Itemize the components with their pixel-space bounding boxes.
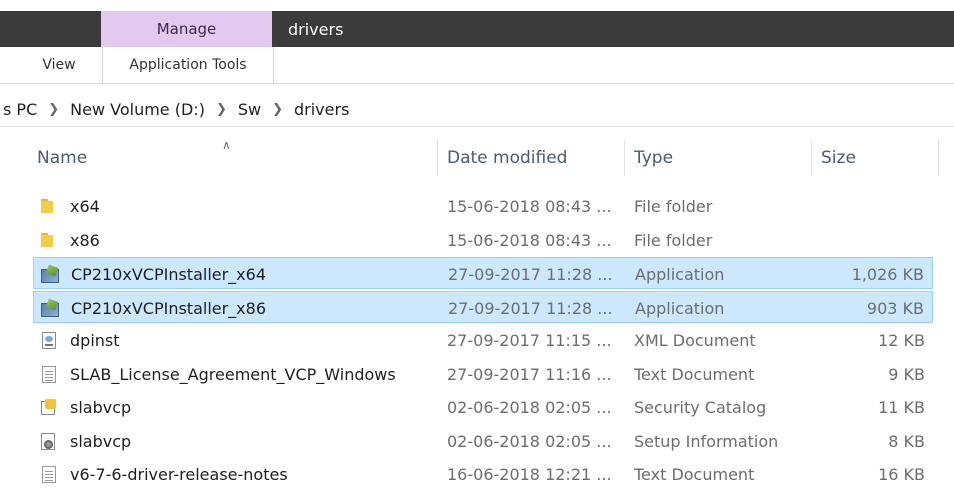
file-date-modified: 27-09-2017 11:16 ... (447, 364, 612, 384)
security-catalog-icon (41, 398, 57, 416)
text-document-icon (37, 358, 61, 390)
file-type: XML Document (634, 330, 756, 350)
file-date-modified: 27-09-2017 11:28 ... (448, 298, 613, 318)
file-row[interactable]: x86 15-06-2018 08:43 ... File folder (33, 224, 933, 256)
application-icon (38, 258, 62, 290)
file-row[interactable]: x64 15-06-2018 08:43 ... File folder (33, 190, 933, 222)
file-type: File folder (634, 230, 713, 250)
file-date-modified: 02-06-2018 02:05 ... (447, 397, 612, 417)
file-date-modified: 15-06-2018 08:43 ... (447, 196, 612, 216)
sort-ascending-icon: ∧ (222, 138, 231, 152)
file-name: slabvcp (70, 431, 132, 451)
chevron-right-icon[interactable]: ❯ (40, 102, 67, 117)
column-divider[interactable] (437, 140, 438, 176)
setup-information-icon (37, 425, 61, 457)
column-header-date-modified[interactable]: Date modified (447, 138, 567, 178)
setup-information-icon (41, 432, 57, 450)
folder-icon (37, 224, 61, 256)
file-name: x64 (70, 196, 100, 216)
file-type: Setup Information (634, 431, 779, 451)
file-type: Security Catalog (634, 397, 767, 417)
window-title: drivers (288, 19, 344, 39)
file-date-modified: 15-06-2018 08:43 ... (447, 230, 612, 250)
folder-icon (40, 233, 58, 247)
file-size: 16 KB (878, 464, 925, 484)
xml-document-icon (42, 331, 56, 349)
file-size: 9 KB (888, 364, 925, 384)
text-document-icon (37, 458, 61, 490)
file-name: dpinst (70, 330, 120, 350)
file-row[interactable]: SLAB_License_Agreement_VCP_Windows 27-09-… (33, 358, 933, 390)
file-size: 1,026 KB (851, 264, 924, 284)
folder-icon (40, 199, 58, 213)
file-row[interactable]: v6-7-6-driver-release-notes 16-06-2018 12… (33, 458, 933, 490)
text-document-icon (42, 465, 56, 483)
breadcrumb-new-volume[interactable]: New Volume (D:) (67, 100, 208, 119)
file-size: 12 KB (878, 330, 925, 350)
file-name: x86 (70, 230, 100, 250)
file-name: CP210xVCPInstaller_x86 (71, 298, 267, 318)
column-divider[interactable] (811, 140, 812, 176)
chevron-right-icon[interactable]: ❯ (208, 102, 235, 117)
divider (0, 126, 954, 127)
column-header-type[interactable]: Type (634, 138, 673, 178)
file-name: SLAB_License_Agreement_VCP_Windows (70, 364, 396, 384)
file-date-modified: 02-06-2018 02:05 ... (447, 431, 612, 451)
file-name: CP210xVCPInstaller_x64 (71, 264, 267, 284)
file-type: File folder (634, 196, 713, 216)
file-row[interactable]: CP210xVCPInstaller_x86 27-09-2017 11:28 .… (33, 291, 933, 323)
column-header-row: ∧ Name Date modified Type Size (0, 138, 954, 178)
file-type: Application (635, 264, 725, 284)
file-size: 11 KB (878, 397, 925, 417)
breadcrumb[interactable]: s PC ❯ New Volume (D:) ❯ Sw ❯ drivers (0, 92, 954, 126)
ribbon-tabs: View Application Tools (0, 47, 954, 84)
file-size: 8 KB (888, 431, 925, 451)
file-date-modified: 27-09-2017 11:15 ... (447, 330, 612, 350)
application-icon (38, 292, 62, 324)
manage-context-tab[interactable]: Manage (101, 11, 272, 47)
column-header-size[interactable]: Size (821, 138, 856, 178)
text-document-icon (42, 365, 56, 383)
breadcrumb-this-pc[interactable]: s PC (0, 100, 40, 119)
file-size: 903 KB (866, 298, 924, 318)
breadcrumb-drivers[interactable]: drivers (291, 100, 352, 119)
tab-application-tools[interactable]: Application Tools (102, 47, 274, 83)
file-type: Text Document (634, 364, 755, 384)
file-row[interactable]: dpinst 27-09-2017 11:15 ... XML Document 12… (33, 324, 933, 356)
tab-view[interactable]: View (30, 47, 88, 83)
application-icon (41, 300, 59, 317)
security-catalog-icon (37, 391, 61, 423)
file-name: v6-7-6-driver-release-notes (70, 464, 288, 484)
file-row[interactable]: slabvcp 02-06-2018 02:05 ... Security Cata… (33, 391, 933, 423)
file-row[interactable]: CP210xVCPInstaller_x64 27-09-2017 11:28 .… (33, 257, 933, 289)
folder-icon (37, 190, 61, 222)
xml-document-icon (37, 324, 61, 356)
chevron-right-icon[interactable]: ❯ (264, 102, 291, 117)
column-divider[interactable] (624, 140, 625, 176)
file-type: Application (635, 298, 725, 318)
column-header-name[interactable]: Name (37, 138, 87, 178)
file-name: slabvcp (70, 397, 132, 417)
file-row[interactable]: slabvcp 02-06-2018 02:05 ... Setup Informa… (33, 425, 933, 457)
breadcrumb-sw[interactable]: Sw (235, 100, 264, 119)
application-icon (41, 266, 59, 283)
file-date-modified: 27-09-2017 11:28 ... (448, 264, 613, 284)
column-divider[interactable] (938, 140, 939, 176)
file-type: Text Document (634, 464, 755, 484)
file-date-modified: 16-06-2018 12:21 ... (447, 464, 612, 484)
